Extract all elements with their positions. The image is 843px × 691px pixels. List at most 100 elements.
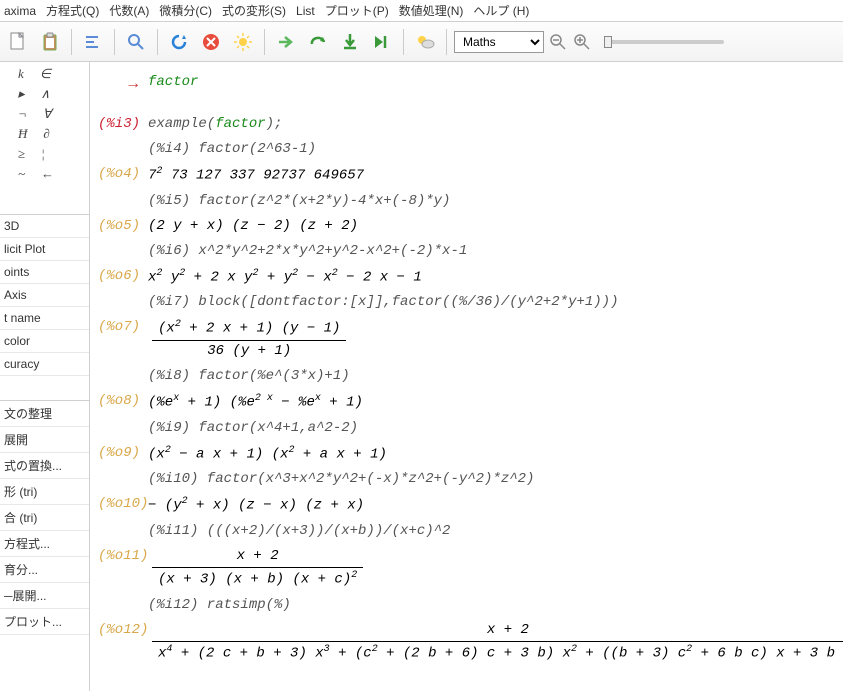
list-item[interactable]: 式の置換... (0, 453, 89, 479)
cell-line[interactable]: (%o10)− (y2 + x) (z − x) (z + x) (98, 494, 835, 517)
list-item[interactable]: color (0, 330, 89, 353)
sym[interactable]: ∈ (40, 66, 51, 82)
list-item[interactable]: 形 (tri) (0, 479, 89, 505)
code-text: (%i12) ratsimp(%) (148, 595, 291, 616)
slider-thumb[interactable] (604, 36, 612, 48)
sym[interactable]: ← (41, 166, 54, 182)
list-item[interactable]: ─展開... (0, 583, 89, 609)
cell-line[interactable]: (%i4) factor(2^63-1) (98, 139, 835, 160)
list-item[interactable]: 合 (tri) (0, 505, 89, 531)
cell-line[interactable]: (%o7)(x2 + 2 x + 1) (y − 1)36 (y + 1) (98, 317, 835, 362)
prompt-arrow-icon: → (128, 75, 138, 93)
menu-item[interactable]: axima (4, 4, 36, 18)
menu-item[interactable]: 微積分(C) (159, 2, 212, 19)
refresh-icon[interactable] (165, 28, 193, 56)
list-item[interactable]: Axis (0, 284, 89, 307)
cell-line[interactable]: (%i12) ratsimp(%) (98, 595, 835, 616)
list-item[interactable]: 展開 (0, 427, 89, 453)
cell-line[interactable]: (%o11)x + 2(x + 3) (x + b) (x + c)2 (98, 546, 835, 591)
sym[interactable]: ∂ (43, 126, 49, 142)
list-item[interactable]: 育分... (0, 557, 89, 583)
code-text: (%i6) x^2*y^2+2*x*y^2+y^2-x^2+(-2)*x-1 (148, 241, 467, 262)
zoom-out-icon[interactable] (548, 32, 568, 52)
zoom-slider[interactable] (604, 40, 724, 44)
sidebar-panel-b: 文の整理 展開 式の置換... 形 (tri) 合 (tri) 方程式... 育… (0, 400, 89, 635)
input-label: (%i3) (98, 116, 140, 132)
cell-line[interactable]: (%o4) 72 73 127 337 92737 649657 (98, 164, 835, 187)
list-item[interactable]: curacy (0, 353, 89, 376)
code-text: (%i7) block([dontfactor:[x]],factor((%/3… (148, 292, 618, 313)
download-icon[interactable] (336, 28, 364, 56)
code-text: (%i10) factor(x^3+x^2*y^2+(-x)*z^2+(-y^2… (148, 469, 534, 490)
zoom-in-icon[interactable] (572, 32, 592, 52)
cell-line[interactable]: (%i7) block([dontfactor:[x]],factor((%/3… (98, 292, 835, 313)
math-output: x + 2x4 + (2 c + b + 3) x3 + (c2 + (2 b … (148, 620, 843, 665)
sym[interactable]: Ħ (18, 126, 27, 142)
menu-item[interactable]: 式の変形(S) (222, 2, 286, 19)
menu-item[interactable]: List (296, 4, 315, 18)
list-item[interactable]: t name (0, 307, 89, 330)
list-item[interactable]: oints (0, 261, 89, 284)
menu-item[interactable]: 代数(A) (109, 2, 149, 19)
menu-item[interactable]: 方程式(Q) (46, 2, 99, 19)
output-label: (%o9) (98, 445, 140, 461)
arrow-right-icon[interactable] (272, 28, 300, 56)
sym[interactable]: k (18, 66, 24, 82)
cell-line[interactable]: (%i9) factor(x^4+1,a^2-2) (98, 418, 835, 439)
worksheet[interactable]: →factor(%i3)example(factor);(%i4) factor… (90, 62, 843, 691)
list-item[interactable]: licit Plot (0, 238, 89, 261)
stop-icon[interactable] (197, 28, 225, 56)
skip-icon[interactable] (368, 28, 396, 56)
sym[interactable]: ∧ (41, 86, 51, 102)
cell-line[interactable]: (%i10) factor(x^3+x^2*y^2+(-x)*z^2+(-y^2… (98, 469, 835, 490)
redo-icon[interactable] (304, 28, 332, 56)
list-item[interactable]: 文の整理 (0, 401, 89, 427)
cell-line[interactable]: (%i11) (((x+2)/(x+3))/(x+b))/(x+c)^2 (98, 521, 835, 542)
list-item[interactable]: 3D (0, 215, 89, 238)
cell-line[interactable]: (%i5) factor(z^2*(x+2*y)-4*x+(-8)*y) (98, 191, 835, 212)
menu-item[interactable]: プロット(P) (325, 2, 389, 19)
menu-item[interactable]: ヘルプ (H) (473, 2, 529, 19)
sidebar: k ∈ ▸ ∧ ¬ ∀ Ħ ∂ ≥ ¦ ~ ← 3D licit Plot oints Ax… (0, 62, 90, 691)
output-label: (%o4) (98, 166, 140, 182)
output-label: (%o11) (98, 548, 148, 564)
sym[interactable]: ▸ (18, 86, 25, 102)
list-item[interactable]: 方程式... (0, 531, 89, 557)
sym[interactable]: ≥ (18, 146, 25, 162)
sidebar-panel-a: 3D licit Plot oints Axis t name color cu… (0, 214, 89, 376)
cell-line[interactable]: (%i3)example(factor); (98, 114, 835, 135)
cell-line[interactable]: (%i8) factor(%e^(3*x)+1) (98, 366, 835, 387)
cell-line[interactable]: (%o5)(2 y + x) (z − 2) (z + 2) (98, 216, 835, 237)
sym[interactable]: ¬ (18, 106, 27, 122)
style-select[interactable]: Maths (454, 31, 544, 53)
clipboard-icon[interactable] (36, 28, 64, 56)
cell-line[interactable]: (%o8)(%ex + 1) (%e2 x − %ex + 1) (98, 391, 835, 414)
cell-line[interactable]: (%o6)x2 y2 + 2 x y2 + y2 − x2 − 2 x − 1 (98, 266, 835, 289)
code-text: (%i5) factor(z^2*(x+2*y)-4*x+(-8)*y) (148, 191, 450, 212)
code-text: (%i8) factor(%e^(3*x)+1) (148, 366, 350, 387)
code-text: (%i9) factor(x^4+1,a^2-2) (148, 418, 358, 439)
math-output: (x2 + 2 x + 1) (y − 1)36 (y + 1) (148, 317, 350, 362)
output-label: (%o5) (98, 218, 140, 234)
sym[interactable]: ¦ (41, 146, 45, 162)
cell-line[interactable]: (%i6) x^2*y^2+2*x*y^2+y^2-x^2+(-2)*x-1 (98, 241, 835, 262)
menubar: axima 方程式(Q) 代数(A) 微積分(C) 式の変形(S) List プ… (0, 0, 843, 22)
menu-item[interactable]: 数値処理(N) (399, 2, 464, 19)
output-label: (%o6) (98, 268, 140, 284)
sym[interactable]: ∀ (43, 106, 52, 122)
math-output: 72 73 127 337 92737 649657 (148, 164, 364, 187)
cell-line[interactable]: (%o12)x + 2x4 + (2 c + b + 3) x3 + (c2 +… (98, 620, 835, 665)
sym[interactable]: ~ (18, 166, 25, 182)
search-icon[interactable] (122, 28, 150, 56)
weather-icon[interactable] (411, 28, 439, 56)
math-output: x + 2(x + 3) (x + b) (x + c)2 (148, 546, 367, 591)
toolbar: Maths (0, 22, 843, 62)
code-text: (%i11) (((x+2)/(x+3))/(x+b))/(x+c)^2 (148, 521, 450, 542)
sun-icon[interactable] (229, 28, 257, 56)
list-item[interactable]: プロット... (0, 609, 89, 635)
math-output: − (y2 + x) (z − x) (z + x) (148, 494, 364, 517)
lines-icon[interactable] (79, 28, 107, 56)
cell-line[interactable]: (%o9)(x2 − a x + 1) (x2 + a x + 1) (98, 443, 835, 466)
code-text: (%i4) factor(2^63-1) (148, 139, 316, 160)
doc-icon[interactable] (4, 28, 32, 56)
